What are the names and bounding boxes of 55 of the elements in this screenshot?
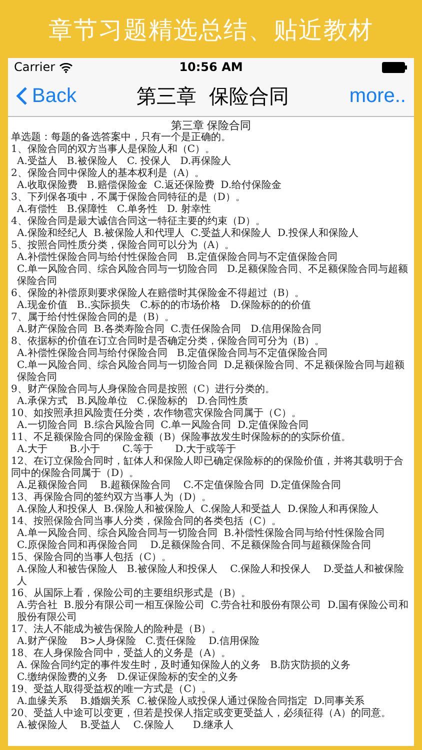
answer-options: A.受益人 B.被保险人 C. 投保人 D.再保险人 xyxy=(11,156,411,168)
answer-options: A.劳合社 B.股分有限公司一相互保险公司 C.劳合社和股份有限公司 D.国有保险公司和股份有限公司 xyxy=(11,600,411,624)
answer-options: C.单一风险合同、综合风险合同与一切险合同 D.足额保险合同、不足额保险合同与超额保险合同 xyxy=(11,360,411,384)
chevron-left-icon xyxy=(16,86,28,106)
question-text: 11、不足额保险合同的保险金额（B）保险事故发生时保险标的的实际价值。 xyxy=(11,432,352,444)
answer-options: A.大于 B.小于 C.等于 D.大于或等于 xyxy=(11,444,411,456)
question-text: 14、按照保险合同当事人分类，保险合同的各类包括（C）。 xyxy=(11,516,282,528)
document-title: 第三章 保险合同 xyxy=(170,119,252,132)
answer-options: A.单一风险合同、综合风险合同与一切险合同 B.补偿性保险合同与给付性保险合同 xyxy=(11,528,411,540)
question-text: 4、保险合同是最大诚信合同这一特征主要的约束（D）。 xyxy=(11,216,266,228)
battery-icon xyxy=(382,62,408,72)
back-button[interactable]: Back xyxy=(16,84,76,108)
nav-title: 第三章 保险合同 xyxy=(136,82,290,110)
instructions-text: 单选题：每题的备选答案中，只有一个是正确的。 xyxy=(11,132,232,144)
answer-options: A.保险人和投保人 B.保险人和被保险人 C.保险人和受益人 D.保险人和再保险人 xyxy=(11,504,411,516)
answer-options: A.补偿性保险合同与给付保险合同 B.定值保险合同与不定值保险合同 xyxy=(11,348,411,360)
answer-options: A.血缘关系 B.婚姻关系 C.被保险人或投保人通过保险合同指定 D.同事关系 xyxy=(11,696,411,708)
answer-options: A.财产保险合同 B.各类寿险合同 C.责任保险合同 D.信用保险合同 xyxy=(11,324,411,336)
question-text: 9、财产保险合同与人身保险合同是按照（C）进行分类的。 xyxy=(11,384,276,396)
wifi-icon xyxy=(59,62,74,72)
answer-options: C.单一风险合同、综合风险合同与一切险合同 D.足额保险合同、不足额保险合同与超额保险合同 xyxy=(11,264,411,288)
question-text: 15、保险合同的当事人包括（C）。 xyxy=(11,552,172,564)
carrier-label: Carrier xyxy=(14,60,56,74)
question-text: 17、法人不能成为被告保险人的险种是（B）。 xyxy=(11,624,222,636)
question-text: 13、再保险合同的签约双方当事人为（D）。 xyxy=(11,492,213,504)
more-button[interactable]: more.. xyxy=(349,84,406,108)
answer-options: C.原保险合同和再保险合同 D.足额保险合同、不足额保险合同与超额保险合同 xyxy=(11,540,411,552)
answer-options: A. 保险合同约定的事件发生时，及时通知保险人的义务 B.防灾防损的义务 xyxy=(11,660,411,672)
answer-options: A.承保方式 B.风险单位 C.保险标的 D.合同性质 xyxy=(11,396,411,408)
question-text: 5、按照合同性质分类，保险合同可以分为（A）。 xyxy=(11,240,236,252)
question-text: 12、在订立保险合同时，缸体人和保险人即已确定保险标的的保险价值，并将其载明于合同中的保险合同属于（D）。 xyxy=(11,456,405,480)
question-text: 20、受益人中途可以变更，但若是投保人指定或变更受益人，必须征得（A）的同意。 xyxy=(11,708,392,720)
answer-options: C.缴纳保险费的义务 D.保证保险标的安全的义务 xyxy=(11,672,411,684)
question-text: 1、保险合同的双方当事人是保险人和（C）。 xyxy=(11,144,216,156)
banner-heading: 章节习题精选总结、贴近教材 xyxy=(48,15,374,46)
answer-options: A.被保险人 B.受益人 C.保险人 D.继承人 xyxy=(11,720,411,732)
time-label: 10:56 AM xyxy=(178,60,244,74)
question-text: 3、下列保各项中，不属于保险合同特征的是（D）。 xyxy=(11,192,246,204)
answer-options: A.现金价值 B..实际损失 C.标的的市场价格 D.保险标的的价值 xyxy=(11,300,411,312)
question-text: 16、从国际上看，保险公司的主要组织形式是（B）。 xyxy=(11,588,252,600)
answer-options: A.财产保险 B>人身保险 C.责任保险 D.信用保险 xyxy=(11,636,411,648)
answer-options: A.补偿性保险合同与给付性保险合同 B.定值保险合同与不定值保险合同 xyxy=(11,252,411,264)
answer-options: A.保险人和被告保险人 B.被保险人和投保人 C.保险人和投保人 D.受益人和被保险人 xyxy=(11,564,411,588)
question-text: 2、保险合同中保险人的基本权利是（A）。 xyxy=(11,168,206,180)
question-text: 6、保险的补偿原则要求保险人在赔偿时其保险金不得超过（B）。 xyxy=(11,288,306,300)
answer-options: A.收取保险费 B.赔偿保险金 C.返还保险费 D.给付保险金 xyxy=(11,180,411,192)
answer-options: A.一切险合同 B.综合风险合同 C.单一风险合同 D.定值保险合同 xyxy=(11,420,411,432)
question-text: 8、依据标的价值在订立合同时是否确定分类，保险合同可分为（B）。 xyxy=(11,336,326,348)
question-text: 10、如按照承担风险责任分类，农作物雹灾保险合同属于（C）。 xyxy=(11,408,302,420)
question-text: 19、受益人取得受益权的唯一方式是（C）。 xyxy=(11,684,212,696)
answer-options: A.保险和经纪人 B.被保险人和代理人 C.受益人和保险人 D.投保人和保险人 xyxy=(11,228,411,240)
answer-options: A.足额保险合同 B.超额保险合同 C.不定值保险合同 D.定值保险合同 xyxy=(11,480,411,492)
question-text: 7、属于给付性保险合同的是（B）。 xyxy=(11,312,176,324)
answer-options: A.有偿性 B.保障性 C.单务性 D. 射幸性 xyxy=(11,204,411,216)
question-text: 18、在人身保险合同中，受益人的义务是（A）。 xyxy=(11,648,232,660)
